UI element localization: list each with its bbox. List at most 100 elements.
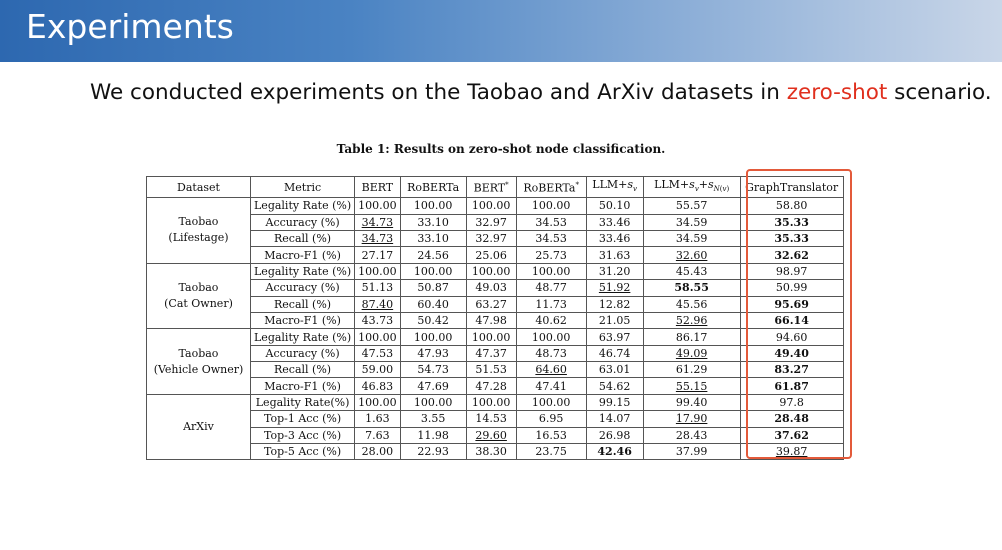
- value-cell: 47.53: [354, 344, 401, 363]
- value-cell: 61.29: [642, 361, 741, 379]
- value-cell: 48.73: [515, 344, 587, 363]
- metric-cell: Recall (%): [249, 295, 356, 313]
- value-cell: 100.00: [515, 197, 587, 215]
- value-cell: 60.40: [399, 295, 467, 313]
- value-cell: 11.73: [515, 295, 587, 313]
- value-cell: 40.62: [515, 311, 587, 330]
- value-cell: 99.40: [642, 393, 741, 412]
- metric-cell: Accuracy (%): [249, 213, 356, 231]
- value-cell: 100.00: [515, 393, 587, 412]
- col-bert: BERT: [354, 175, 401, 199]
- value-cell: 43.73: [354, 311, 401, 330]
- value-cell: 50.87: [399, 279, 467, 297]
- value-cell: 33.46: [585, 229, 644, 248]
- value-cell: 28.00: [354, 443, 401, 461]
- value-cell: 46.74: [585, 344, 644, 363]
- value-cell: 31.63: [585, 246, 644, 264]
- value-cell: 27.17: [354, 246, 401, 264]
- value-cell: 100.00: [465, 262, 517, 281]
- metric-cell: Top-3 Acc (%): [249, 426, 356, 445]
- value-cell: 61.87: [739, 377, 844, 395]
- table-row: Top-3 Acc (%) 7.63 11.98 29.60 16.53 26.98 28.…: [147, 426, 844, 445]
- dataset-label: ArXiv: [183, 420, 214, 434]
- value-cell: 100.00: [465, 328, 517, 346]
- value-cell: 1.63: [354, 410, 401, 428]
- value-cell: 55.57: [642, 197, 741, 215]
- table-row: Macro-F1 (%) 46.83 47.69 47.28 47.41 54.62 55.…: [147, 377, 844, 395]
- metric-cell: Accuracy (%): [249, 279, 356, 297]
- value-cell: 47.41: [515, 377, 587, 395]
- col-metric: Metric: [249, 175, 356, 199]
- metric-cell: Legality Rate(%): [249, 393, 356, 412]
- value-cell: 47.69: [399, 377, 467, 395]
- table-row: Macro-F1 (%) 43.73 50.42 47.98 40.62 21.05 52.…: [147, 311, 844, 330]
- value-cell: 37.62: [739, 426, 844, 445]
- intro-text-after: scenario.: [887, 80, 992, 105]
- metric-cell: Macro-F1 (%): [249, 377, 356, 395]
- value-cell: 50.99: [739, 279, 844, 297]
- col-llm-sv-snv: LLM+sv+sN(v): [642, 175, 741, 199]
- value-cell: 34.53: [515, 229, 587, 248]
- value-cell: 12.82: [585, 295, 644, 313]
- intro-sentence: We conducted experiments on the Taobao a…: [90, 78, 992, 108]
- value-cell: 51.92: [585, 279, 644, 297]
- value-cell: 100.00: [399, 262, 467, 281]
- value-cell: 38.30: [465, 443, 517, 461]
- value-cell: 100.00: [354, 262, 401, 281]
- metric-cell: Legality Rate (%): [249, 262, 356, 281]
- metric-cell: Legality Rate (%): [249, 197, 356, 215]
- dataset-label: (Cat Owner): [164, 297, 233, 311]
- metric-cell: Top-5 Acc (%): [249, 443, 356, 461]
- value-cell: 100.00: [515, 328, 587, 346]
- value-cell: 50.42: [399, 311, 467, 330]
- value-cell: 59.00: [354, 361, 401, 379]
- value-cell: 49.03: [465, 279, 517, 297]
- value-cell: 32.97: [465, 213, 517, 231]
- dataset-cell: Taobao (Vehicle Owner): [146, 328, 251, 395]
- table-row: Accuracy (%) 51.13 50.87 49.03 48.77 51.92 58.…: [147, 279, 844, 297]
- value-cell: 100.00: [354, 197, 401, 215]
- value-cell: 32.60: [642, 246, 741, 264]
- value-cell: 63.01: [585, 361, 644, 379]
- value-cell: 3.55: [399, 410, 467, 428]
- dataset-label: Taobao: [178, 346, 219, 360]
- value-cell: 46.83: [354, 377, 401, 395]
- col-roberta: RoBERTa: [399, 175, 467, 199]
- table-row: Accuracy (%) 34.73 33.10 32.97 34.53 33.46 34.…: [147, 213, 844, 231]
- dataset-cell: Taobao (Cat Owner): [146, 262, 251, 330]
- value-cell: 63.27: [465, 295, 517, 313]
- value-cell: 35.33: [739, 213, 844, 231]
- value-cell: 16.53: [515, 426, 587, 445]
- value-cell: 86.17: [642, 328, 741, 346]
- dataset-label: (Lifestage): [168, 231, 229, 245]
- col-bert-star: BERT*: [465, 175, 517, 199]
- table-row: Macro-F1 (%) 27.17 24.56 25.06 25.73 31.63 32.…: [147, 246, 844, 264]
- table-caption: Table 1: Results on zero-shot node class…: [336, 142, 666, 156]
- metric-cell: Accuracy (%): [249, 344, 356, 363]
- value-cell: 25.73: [515, 246, 587, 264]
- dataset-label: (Vehicle Owner): [153, 362, 244, 376]
- value-cell: 6.95: [515, 410, 587, 428]
- value-cell: 31.20: [585, 262, 644, 281]
- table-row: Top-5 Acc (%) 28.00 22.93 38.30 23.75 42.46 37…: [147, 443, 844, 461]
- value-cell: 83.27: [739, 361, 844, 379]
- table-row: Recall (%) 87.40 60.40 63.27 11.73 12.82 45.56…: [147, 295, 844, 313]
- value-cell: 63.97: [585, 328, 644, 346]
- metric-cell: Legality Rate (%): [249, 328, 356, 346]
- value-cell: 14.53: [465, 410, 517, 428]
- value-cell: 34.53: [515, 213, 587, 231]
- value-cell: 47.98: [465, 311, 517, 330]
- value-cell: 34.59: [642, 213, 741, 231]
- value-cell: 100.00: [354, 328, 401, 346]
- value-cell: 99.15: [585, 393, 644, 412]
- value-cell: 95.69: [739, 295, 844, 313]
- value-cell: 100.00: [354, 393, 401, 412]
- results-table: Dataset Metric BERT RoBERTa BERT* RoBERT…: [146, 175, 844, 461]
- metric-cell: Top-1 Acc (%): [249, 410, 356, 428]
- value-cell: 49.40: [739, 344, 844, 363]
- intro-text-before: We conducted experiments on the Taobao a…: [90, 80, 787, 105]
- value-cell: 64.60: [515, 361, 587, 379]
- value-cell: 66.14: [739, 311, 844, 330]
- table-row: Taobao (Vehicle Owner) Legality Rate (%) 10…: [146, 328, 844, 395]
- value-cell: 25.06: [465, 246, 517, 264]
